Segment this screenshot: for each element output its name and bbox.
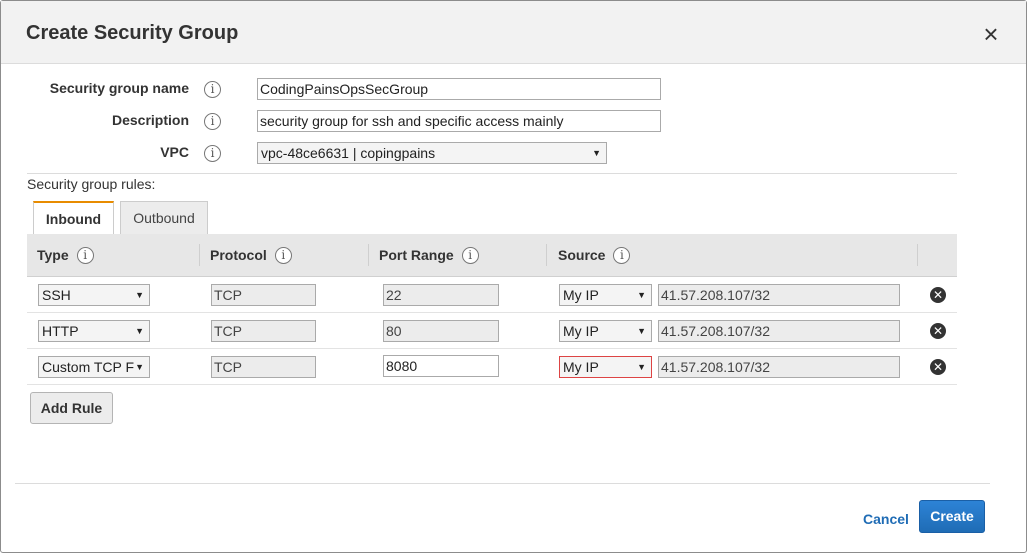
rule-source-cidr-field[interactable]: 41.57.208.107/32 [658,356,900,378]
rule-source-select[interactable]: My IP ▼ [559,320,652,342]
vpc-select[interactable]: vpc-48ce6631 | copingpains ▼ [257,142,607,164]
rule-type-select[interactable]: SSH ▼ [38,284,150,306]
rule-source-select[interactable]: My IP ▼ [559,356,652,378]
rule-protocol-field: TCP [211,320,316,342]
rule-protocol-field: TCP [211,356,316,378]
form-divider [27,173,957,174]
description-input[interactable] [257,110,661,132]
rules-table-header: Type i Protocol i Port Range i Source i [27,234,957,277]
table-row: HTTP ▼ TCP 80 My IP ▼ 41.57.208.107/32 ✕ [27,313,957,349]
remove-rule-icon[interactable]: ✕ [930,287,946,303]
chevron-down-icon: ▼ [135,326,144,336]
dialog-title: Create Security Group [26,22,239,44]
column-separator [917,244,918,266]
chevron-down-icon: ▼ [637,362,646,372]
tab-outbound[interactable]: Outbound [120,201,208,235]
add-rule-button[interactable]: Add Rule [30,392,113,424]
dialog-header: Create Security Group × [1,1,1026,64]
rule-protocol-field: TCP [211,284,316,306]
close-icon[interactable]: × [981,21,1001,47]
column-header-source: Source i [558,234,631,277]
info-icon[interactable]: i [613,246,631,264]
chevron-down-icon: ▼ [637,290,646,300]
description-label: Description [111,112,189,128]
create-button[interactable]: Create [919,500,985,533]
tab-inbound[interactable]: Inbound [33,201,114,236]
rule-type-select[interactable]: HTTP ▼ [38,320,150,342]
rule-type-select[interactable]: Custom TCP F ▼ [38,356,150,378]
column-header-protocol: Protocol i [210,234,292,277]
rule-source-cidr-field[interactable]: 41.57.208.107/32 [658,320,900,342]
rule-port-range-field: 80 [383,320,499,342]
chevron-down-icon: ▼ [592,148,601,158]
security-group-rules-label: Security group rules: [27,176,156,192]
table-row: Custom TCP F ▼ TCP My IP ▼ 41.57.208.107… [27,349,957,385]
column-separator [199,244,200,266]
info-icon[interactable]: i [76,246,94,264]
column-header-type: Type i [37,234,94,277]
rule-source-cidr-field[interactable]: 41.57.208.107/32 [658,284,900,306]
info-icon[interactable]: i [204,145,221,162]
create-security-group-dialog: Create Security Group × Security group n… [0,0,1027,553]
remove-rule-icon[interactable]: ✕ [930,359,946,375]
chevron-down-icon: ▼ [637,326,646,336]
column-separator [546,244,547,266]
column-header-port-range: Port Range i [379,234,479,277]
rule-source-select[interactable]: My IP ▼ [559,284,652,306]
security-group-name-label: Security group name [49,80,189,96]
footer-divider [15,483,990,484]
vpc-select-value: vpc-48ce6631 | copingpains [261,145,436,161]
vpc-label: VPC [160,144,189,160]
column-separator [368,244,369,266]
rule-port-range-input[interactable] [383,355,499,377]
info-icon[interactable]: i [274,246,292,264]
cancel-link[interactable]: Cancel [863,511,909,527]
info-icon[interactable]: i [461,246,479,264]
security-group-name-input[interactable] [257,78,661,100]
remove-rule-icon[interactable]: ✕ [930,323,946,339]
info-icon[interactable]: i [204,113,221,130]
chevron-down-icon: ▼ [135,362,144,372]
table-row: SSH ▼ TCP 22 My IP ▼ 41.57.208.107/32 ✕ [27,277,957,313]
rule-port-range-field: 22 [383,284,499,306]
info-icon[interactable]: i [204,81,221,98]
chevron-down-icon: ▼ [135,290,144,300]
